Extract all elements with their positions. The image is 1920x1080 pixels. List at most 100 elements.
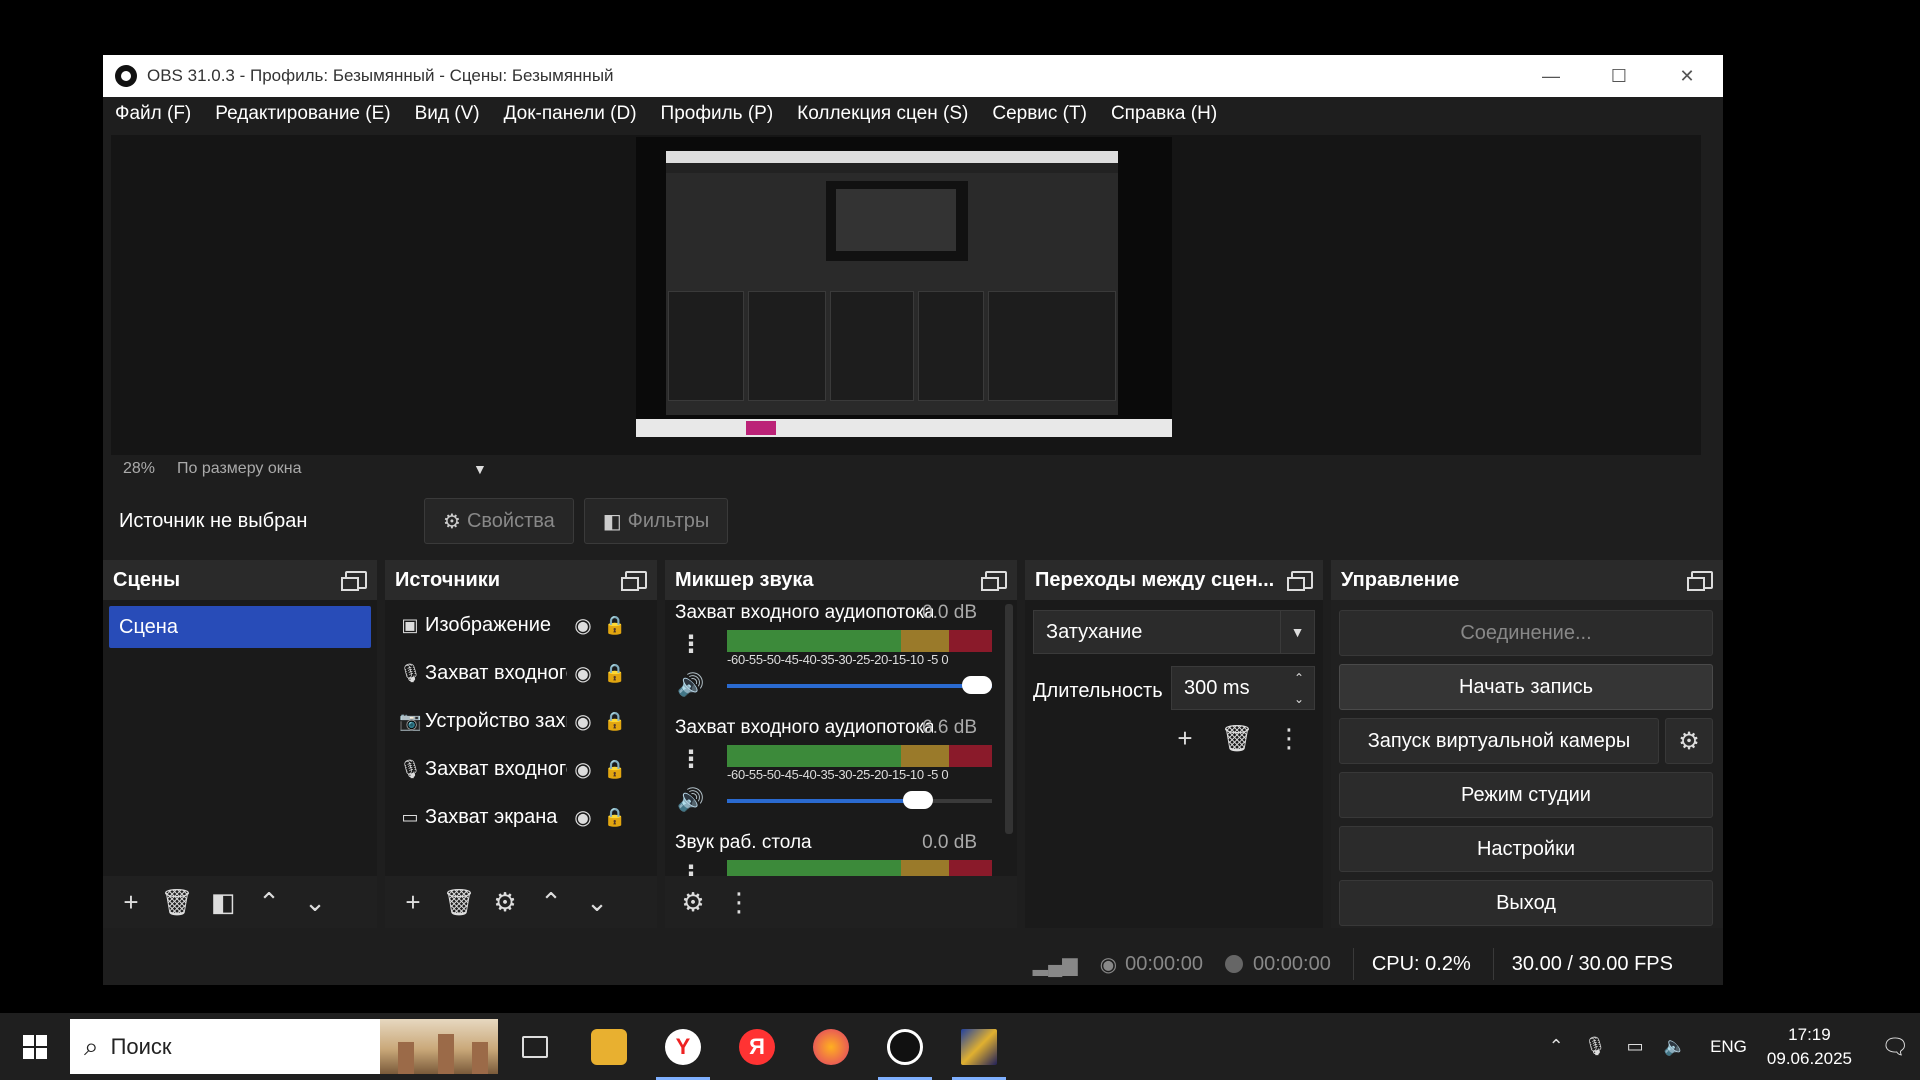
lock-icon[interactable]: 🔒 bbox=[599, 663, 631, 684]
connect-button[interactable]: Соединение... bbox=[1339, 610, 1713, 656]
list-item[interactable]: 🎙 Захват входного аудиопотока ◉ 🔒 bbox=[385, 652, 647, 694]
list-item[interactable]: 📷 Устройство захвата видео ◉ 🔒 bbox=[385, 700, 647, 742]
chevron-down-icon[interactable]: ⌄ bbox=[295, 882, 335, 922]
lock-icon[interactable]: 🔒 bbox=[599, 711, 631, 732]
speaker-icon[interactable]: 🔊 bbox=[677, 672, 704, 698]
settings-button[interactable]: Настройки bbox=[1339, 826, 1713, 872]
mixer-channel: Захват входного аудиопотока 0.0 dB ⋮ -60… bbox=[665, 600, 1005, 715]
taskbar-yandex[interactable]: Я bbox=[720, 1013, 794, 1080]
eye-icon[interactable]: ◉ bbox=[567, 613, 599, 638]
undock-icon[interactable] bbox=[621, 571, 647, 591]
taskbar-yandex-browser[interactable]: Y bbox=[646, 1013, 720, 1080]
lock-icon[interactable]: 🔒 bbox=[599, 615, 631, 636]
start-recording-button[interactable]: Начать запись bbox=[1339, 664, 1713, 710]
spinner-icon[interactable]: ⌃ ⌄ bbox=[1284, 667, 1314, 709]
gear-icon[interactable]: ⚙ bbox=[485, 882, 525, 922]
eye-icon[interactable]: ◉ bbox=[567, 757, 599, 782]
list-item[interactable]: ▣ Изображение ◉ 🔒 bbox=[385, 604, 647, 646]
firefox-icon bbox=[813, 1028, 849, 1065]
notification-icon[interactable]: 🗨 bbox=[1870, 1034, 1920, 1060]
clock[interactable]: 17:19 09.06.2025 bbox=[1767, 1023, 1852, 1071]
trash-icon[interactable]: 🗑 bbox=[439, 882, 479, 922]
advanced-audio-gear-icon[interactable]: ⚙ bbox=[673, 882, 713, 922]
filter-icon[interactable]: ◧ bbox=[203, 882, 243, 922]
undock-icon[interactable] bbox=[1287, 571, 1313, 591]
virtual-camera-settings-gear-icon[interactable]: ⚙ bbox=[1665, 718, 1713, 764]
mixer-scrollbar[interactable] bbox=[1005, 604, 1013, 834]
chevron-up-icon[interactable]: ⌃ bbox=[1549, 1036, 1564, 1057]
lock-icon[interactable]: 🔒 bbox=[599, 807, 631, 828]
dock-title: Сцены bbox=[113, 568, 181, 591]
taskbar-obs[interactable] bbox=[868, 1013, 942, 1080]
menu-tools[interactable]: Сервис (T) bbox=[992, 103, 1087, 125]
volume-slider[interactable] bbox=[727, 676, 992, 694]
kebab-menu-icon[interactable]: ⋮ bbox=[679, 860, 703, 876]
studio-mode-button[interactable]: Режим студии bbox=[1339, 772, 1713, 818]
sources-dock-header: Источники bbox=[385, 560, 657, 600]
menu-scene-collection[interactable]: Коллекция сцен (S) bbox=[797, 103, 968, 125]
eye-icon[interactable]: ◉ bbox=[567, 805, 599, 830]
undock-icon[interactable] bbox=[981, 571, 1007, 591]
list-item[interactable]: 🎙 Захват входного аудиопотока 2 ◉ 🔒 bbox=[385, 748, 647, 790]
task-view-icon bbox=[522, 1035, 548, 1058]
speaker-icon[interactable]: 🔊 bbox=[677, 787, 704, 813]
chevron-up-icon[interactable]: ⌃ bbox=[249, 882, 289, 922]
menu-docks[interactable]: Док-панели (D) bbox=[504, 103, 637, 125]
taskbar-search[interactable]: ⌕ Поиск bbox=[70, 1019, 498, 1074]
eye-icon[interactable]: ◉ bbox=[567, 661, 599, 686]
list-item[interactable]: ▭ Захват экрана ◉ 🔒 bbox=[385, 796, 647, 838]
add-icon[interactable]: + bbox=[393, 882, 433, 922]
kebab-menu-icon[interactable]: ⋮ bbox=[1269, 718, 1309, 758]
close-button[interactable]: ✕ bbox=[1653, 55, 1721, 97]
taskbar-app[interactable] bbox=[942, 1013, 1016, 1080]
transitions-body: Затухание ▼ Длительность 300 ms ⌃ ⌄ + 🗑 ⋮ bbox=[1025, 600, 1323, 928]
preview-canvas[interactable] bbox=[636, 137, 1172, 437]
kebab-menu-icon[interactable]: ⋮ bbox=[719, 882, 759, 922]
taskbar-firefox[interactable] bbox=[794, 1013, 868, 1080]
menu-view[interactable]: Вид (V) bbox=[415, 103, 480, 125]
properties-button[interactable]: ⚙ Свойства bbox=[424, 498, 574, 544]
undock-icon[interactable] bbox=[341, 571, 367, 591]
microphone-icon[interactable]: 🎙 bbox=[1584, 1036, 1607, 1057]
minimize-button[interactable]: — bbox=[1517, 55, 1585, 97]
obs-logo-icon bbox=[115, 65, 137, 87]
kebab-menu-icon[interactable]: ⋮ bbox=[679, 630, 703, 659]
start-button[interactable] bbox=[0, 1013, 70, 1080]
task-view-button[interactable] bbox=[498, 1013, 572, 1080]
chevron-down-icon[interactable]: ▼ bbox=[473, 461, 487, 477]
maximize-button[interactable]: ☐ bbox=[1585, 55, 1653, 97]
add-icon[interactable]: + bbox=[1165, 718, 1205, 758]
undock-icon[interactable] bbox=[1687, 571, 1713, 591]
network-icon[interactable]: ▭ bbox=[1627, 1036, 1644, 1057]
chevron-up-icon[interactable]: ⌃ bbox=[531, 882, 571, 922]
menu-help[interactable]: Справка (H) bbox=[1111, 103, 1217, 125]
source-label: Изображение bbox=[425, 613, 551, 636]
trash-icon[interactable]: 🗑 bbox=[1217, 718, 1257, 758]
menu-file[interactable]: Файл (F) bbox=[115, 103, 191, 125]
language-indicator[interactable]: ENG bbox=[1710, 1037, 1747, 1057]
exit-button[interactable]: Выход bbox=[1339, 880, 1713, 926]
lock-icon[interactable]: 🔒 bbox=[599, 759, 631, 780]
menu-edit[interactable]: Редактирование (E) bbox=[215, 103, 390, 125]
scene-item[interactable]: Сцена bbox=[109, 606, 371, 648]
taskbar-explorer[interactable] bbox=[572, 1013, 646, 1080]
chevron-down-icon[interactable]: ⌄ bbox=[577, 882, 617, 922]
scenes-toolbar: + 🗑 ◧ ⌃ ⌄ bbox=[103, 876, 377, 928]
add-icon[interactable]: + bbox=[111, 882, 151, 922]
dock-title: Микшер звука bbox=[675, 568, 814, 591]
volume-slider[interactable] bbox=[727, 791, 992, 809]
preview-area[interactable] bbox=[111, 135, 1701, 455]
duration-field[interactable]: 300 ms ⌃ ⌄ bbox=[1171, 666, 1315, 710]
menu-profile[interactable]: Профиль (P) bbox=[661, 103, 774, 125]
volume-icon[interactable]: 🔈 bbox=[1664, 1036, 1686, 1057]
filters-button[interactable]: ◧ Фильтры bbox=[583, 498, 729, 544]
mixer-channel: Захват входного аудиопотока 2 -6.6 dB ⋮ … bbox=[665, 715, 1005, 830]
eye-icon[interactable]: ◉ bbox=[567, 709, 599, 734]
transition-select[interactable]: Затухание ▼ bbox=[1033, 610, 1315, 654]
kebab-menu-icon[interactable]: ⋮ bbox=[679, 745, 703, 774]
microphone-icon: 🎙 bbox=[399, 758, 422, 779]
start-virtual-camera-button[interactable]: Запуск виртуальной камеры bbox=[1339, 718, 1659, 764]
scaling-select[interactable]: По размеру окна bbox=[177, 460, 473, 478]
transition-actions: + 🗑 ⋮ bbox=[1165, 718, 1321, 758]
trash-icon[interactable]: 🗑 bbox=[157, 882, 197, 922]
